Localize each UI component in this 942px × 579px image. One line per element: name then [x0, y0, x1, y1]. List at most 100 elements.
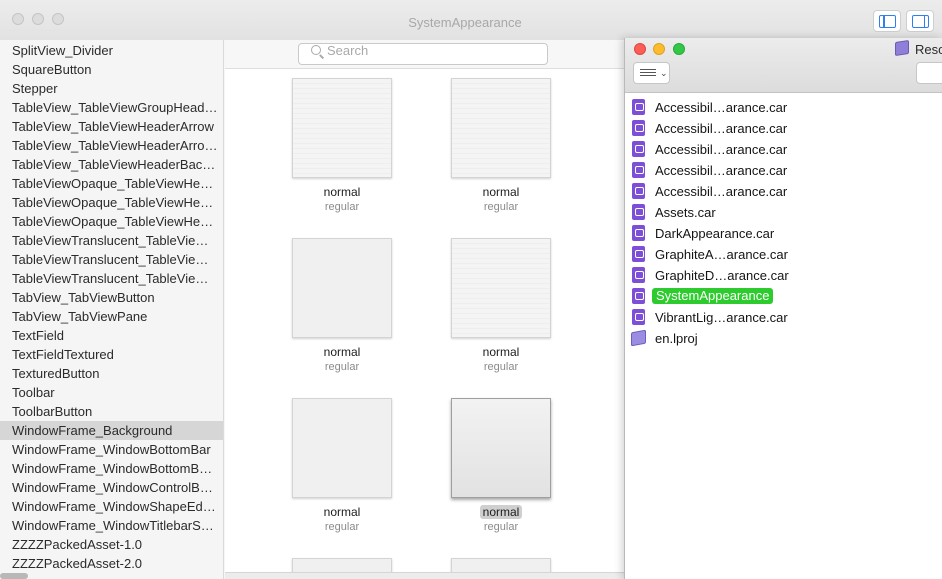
finder-zoom-button[interactable]	[673, 43, 685, 55]
sidebar-item[interactable]: ZZZZPackedAsset-1.0	[0, 535, 223, 554]
asset-tile-subtitle: regular	[483, 361, 519, 373]
file-name: Accessibil…arance.car	[655, 184, 788, 199]
sidebar-item[interactable]: ZZZZPackedAsset-2.0	[0, 554, 223, 573]
car-file-icon	[632, 162, 645, 178]
folder-icon	[895, 40, 909, 56]
sidebar-item[interactable]: Stepper	[0, 79, 223, 98]
file-row[interactable]: GraphiteA…arance.car	[625, 244, 942, 265]
list-view-icon	[640, 69, 656, 78]
asset-tile-name: normal	[323, 505, 361, 519]
asset-tile[interactable]	[451, 238, 551, 338]
sidebar-item[interactable]: WindowFrame_WindowBottomBar	[0, 440, 223, 459]
sidebar-item[interactable]: SquareButton	[0, 60, 223, 79]
chevron-down-icon: ⌄	[660, 68, 668, 78]
asset-tile-subtitle: regular	[483, 521, 519, 533]
toggle-inspector-button[interactable]	[906, 10, 934, 32]
file-row-selected[interactable]: SystemAppearance	[625, 286, 942, 307]
sidebar-item[interactable]: TabView_TabViewPane	[0, 307, 223, 326]
search-icon	[311, 45, 321, 55]
view-options-button[interactable]: ⌄	[633, 62, 670, 84]
sidebar-item[interactable]: WindowFrame_WindowControlB…	[0, 478, 223, 497]
window-title: SystemAppearance	[408, 15, 522, 30]
asset-tile-name-selected: normal	[451, 505, 551, 519]
file-name: DarkAppearance.car	[655, 226, 775, 241]
asset-tile[interactable]	[292, 398, 392, 498]
sidebar-item[interactable]: TextFieldTextured	[0, 345, 223, 364]
file-row[interactable]: DarkAppearance.car	[625, 223, 942, 244]
toggle-sidebar-button[interactable]	[873, 10, 901, 32]
file-name: VibrantLig…arance.car	[655, 310, 788, 325]
file-row[interactable]: VibrantLig…arance.car	[625, 307, 942, 328]
car-file-icon	[632, 309, 645, 325]
file-name: Accessibil…arance.car	[655, 121, 788, 136]
finder-toolbar-button[interactable]	[916, 62, 942, 84]
main-titlebar: SystemAppearance	[0, 0, 942, 40]
sidebar-item[interactable]: TableViewTranslucent_TableVie…	[0, 269, 223, 288]
car-file-icon	[632, 267, 645, 283]
asset-grid[interactable]: Search normal regular normal regular nor…	[225, 40, 625, 579]
asset-tile[interactable]	[292, 78, 392, 178]
car-file-icon	[632, 99, 645, 115]
sidebar-item[interactable]: TableViewOpaque_TableViewHe…	[0, 174, 223, 193]
asset-tile-subtitle: regular	[324, 521, 360, 533]
file-row[interactable]: Accessibil…arance.car	[625, 118, 942, 139]
file-name: Accessibil…arance.car	[655, 100, 788, 115]
car-file-icon	[632, 246, 645, 262]
left-pane-icon	[879, 15, 896, 28]
asset-tile-name: normal	[323, 185, 361, 199]
sidebar-item[interactable]: TableViewOpaque_TableViewHe…	[0, 193, 223, 212]
right-pane-icon	[912, 15, 929, 28]
sidebar-item[interactable]: SplitView_Divider	[0, 41, 223, 60]
sidebar-item[interactable]: TableViewOpaque_TableViewHe…	[0, 212, 223, 231]
file-row[interactable]: Accessibil…arance.car	[625, 97, 942, 118]
car-file-icon	[632, 204, 645, 220]
sidebar-item[interactable]: TexturedButton	[0, 364, 223, 383]
asset-tile[interactable]	[451, 78, 551, 178]
finder-minimize-button[interactable]	[653, 43, 665, 55]
sidebar-item[interactable]: Toolbar	[0, 383, 223, 402]
file-row[interactable]: en.lproj	[625, 328, 942, 349]
file-name: GraphiteA…arance.car	[655, 247, 788, 262]
selected-tile-label: normal	[479, 505, 523, 519]
asset-tile-selected[interactable]	[451, 398, 551, 498]
sidebar-item[interactable]: WindowFrame_WindowShapeEd…	[0, 497, 223, 516]
sidebar-item[interactable]: TextField	[0, 326, 223, 345]
sidebar-item[interactable]: TableView_TableViewHeaderArrow	[0, 117, 223, 136]
sidebar-item-selected[interactable]: WindowFrame_Background	[0, 421, 223, 440]
asset-tile-name: normal	[482, 185, 520, 199]
finder-window: Reso ⌄ Accessibil…arance.car Accessibil……	[624, 38, 942, 579]
asset-sidebar[interactable]: SplitView_Divider SquareButton Stepper T…	[0, 40, 224, 579]
file-name: Accessibil…arance.car	[655, 142, 788, 157]
asset-tile[interactable]	[292, 238, 392, 338]
sidebar-item[interactable]: TableView_TableViewHeaderBac…	[0, 155, 223, 174]
file-row[interactable]: Accessibil…arance.car	[625, 181, 942, 202]
file-name: Accessibil…arance.car	[655, 163, 788, 178]
asset-tile-name: normal	[482, 345, 520, 359]
folder-icon	[631, 329, 646, 347]
file-name: en.lproj	[655, 331, 698, 346]
finder-title: Reso	[915, 42, 942, 57]
asset-tile-subtitle: regular	[324, 361, 360, 373]
sidebar-item[interactable]: TableView_TableViewGroupHead…	[0, 98, 223, 117]
file-row[interactable]: Assets.car	[625, 202, 942, 223]
sidebar-item[interactable]: TableViewTranslucent_TableVie…	[0, 231, 223, 250]
sidebar-item[interactable]: TabView_TabViewButton	[0, 288, 223, 307]
sidebar-item[interactable]: WindowFrame_WindowTitlebarS…	[0, 516, 223, 535]
sidebar-item[interactable]: TableViewTranslucent_TableVie…	[0, 250, 223, 269]
file-name-selected[interactable]: SystemAppearance	[652, 288, 774, 304]
asset-tile-subtitle: regular	[324, 201, 360, 213]
file-row[interactable]: Accessibil…arance.car	[625, 139, 942, 160]
file-name: Assets.car	[655, 205, 716, 220]
sidebar-item[interactable]: TableView_TableViewHeaderArro…	[0, 136, 223, 155]
car-file-icon	[632, 288, 645, 304]
sidebar-item[interactable]: WindowFrame_WindowBottomB…	[0, 459, 223, 478]
finder-close-button[interactable]	[634, 43, 646, 55]
file-row[interactable]: GraphiteD…arance.car	[625, 265, 942, 286]
file-row[interactable]: Accessibil…arance.car	[625, 160, 942, 181]
sidebar-scrollbar[interactable]	[0, 573, 28, 579]
search-placeholder: Search	[327, 43, 369, 58]
asset-tile-name: normal	[323, 345, 361, 359]
sidebar-item[interactable]: ToolbarButton	[0, 402, 223, 421]
car-file-icon	[632, 225, 645, 241]
finder-titlebar: Reso ⌄	[625, 38, 942, 93]
